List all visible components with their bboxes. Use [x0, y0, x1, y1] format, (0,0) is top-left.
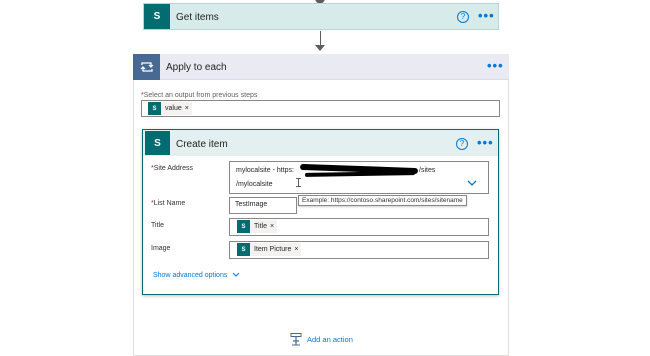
sharepoint-token-icon: S: [237, 220, 250, 233]
title-token[interactable]: S Title ×: [237, 220, 278, 233]
loop-icon: [133, 54, 160, 80]
title-field-label: Title: [151, 222, 164, 229]
site-address-label-text: Site Address: [153, 165, 194, 172]
select-output-input[interactable]: [141, 100, 500, 117]
site-address-tooltip: Example: https://contoso.sharepoint.com/…: [298, 195, 467, 206]
create-item-header[interactable]: S Create item ? •••: [143, 130, 498, 156]
get-items-card[interactable]: S Get items ? •••: [143, 3, 499, 30]
value-token-label: value: [165, 105, 182, 112]
item-picture-token[interactable]: S Item Picture ×: [237, 243, 302, 256]
connector-line: [320, 31, 321, 46]
show-advanced-options-link[interactable]: Show advanced options: [153, 272, 240, 279]
select-output-label-text: Select an output from previous steps: [143, 92, 258, 99]
list-name-label: *List Name: [151, 200, 185, 207]
more-options-icon[interactable]: •••: [477, 136, 494, 149]
remove-token-icon[interactable]: ×: [294, 246, 301, 253]
connector-arrow: [315, 45, 325, 51]
list-name-label-text: List Name: [153, 200, 186, 207]
apply-to-each-header[interactable]: Apply to each •••: [133, 54, 509, 80]
remove-token-icon[interactable]: ×: [185, 105, 192, 112]
get-items-title: Get items: [176, 12, 219, 23]
site-address-line2: /mylocalsite: [236, 181, 273, 188]
help-icon[interactable]: ?: [456, 138, 468, 150]
chevron-down-icon[interactable]: [467, 180, 477, 187]
add-action-label: Add an action: [307, 334, 353, 344]
site-address-prefix: mylocalsite - https:: [236, 167, 294, 174]
sharepoint-icon: S: [145, 131, 170, 155]
remove-token-icon[interactable]: ×: [270, 223, 277, 230]
help-icon[interactable]: ?: [457, 11, 469, 23]
item-picture-token-label: Item Picture: [254, 246, 292, 253]
show-advanced-options-label: Show advanced options: [153, 272, 228, 279]
add-action-button[interactable]: Add an action: [290, 332, 353, 346]
add-action-icon: [290, 332, 302, 345]
text-cursor-icon: [296, 178, 301, 187]
sharepoint-token-icon: S: [148, 102, 161, 115]
apply-more-options-icon[interactable]: •••: [487, 59, 504, 72]
create-item-title: Create item: [176, 139, 228, 150]
list-name-value: TestImage: [235, 201, 268, 208]
sharepoint-icon: S: [144, 4, 170, 29]
title-token-label: Title: [254, 223, 267, 230]
chevron-down-icon: [232, 272, 240, 277]
value-token[interactable]: S value ×: [148, 102, 192, 115]
more-options-icon[interactable]: •••: [478, 9, 495, 22]
apply-to-each-title: Apply to each: [166, 62, 227, 73]
image-field-label: Image: [151, 245, 171, 252]
site-address-line1: mylocalsite - https:: [236, 167, 294, 174]
select-output-label: *Select an output from previous steps: [141, 92, 257, 99]
site-address-label: *Site Address: [151, 165, 193, 172]
site-address-suffix: /sites: [419, 167, 436, 174]
sharepoint-token-icon: S: [237, 243, 250, 256]
